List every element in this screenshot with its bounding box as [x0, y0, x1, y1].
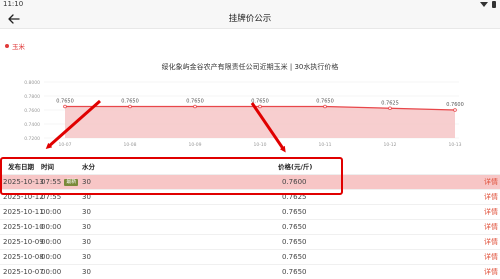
table-row[interactable]: 2025-10-09 00:00 30 0.7650 详情	[0, 235, 500, 250]
table-row[interactable]: 2025-10-08 00:00 30 0.7650 详情	[0, 250, 500, 265]
row-detail-link[interactable]: 详情	[484, 250, 498, 265]
row-price: 0.7650	[282, 223, 307, 231]
table-row[interactable]: 2025-10-10 00:00 30 0.7650 详情	[0, 220, 500, 235]
row-date: 2025-10-12	[3, 193, 44, 201]
header-price: 价格(元/斤)	[278, 163, 313, 171]
y-tick-label: 0.7200	[24, 136, 40, 142]
new-badge: 最新	[64, 178, 79, 186]
x-tick-label: 10-08	[123, 142, 136, 148]
row-moisture: 30	[82, 178, 91, 186]
screen: 11:10 挂牌价公示 玉米 绥化象屿金谷农产有限责任公司近期玉米 | 30水执…	[0, 0, 500, 279]
row-price: 0.7650	[282, 268, 307, 276]
row-detail-link[interactable]: 详情	[484, 190, 498, 205]
row-price: 0.7650	[282, 238, 307, 246]
row-moisture: 30	[82, 223, 91, 231]
table-header: 发布日期 时间 水分 价格(元/斤)	[0, 159, 500, 175]
row-detail-link[interactable]: 详情	[484, 205, 498, 220]
data-point	[193, 104, 197, 109]
app-bar: 挂牌价公示	[0, 9, 500, 29]
x-tick-label: 10-12	[383, 142, 396, 148]
status-time: 11:10	[3, 0, 24, 8]
table-row[interactable]: 2025-10-07 00:00 30 0.7650 详情	[0, 265, 500, 279]
row-moisture: 30	[82, 238, 91, 246]
battery-icon	[492, 1, 496, 8]
x-tick-label: 10-07	[58, 142, 71, 148]
data-label: 0.7625	[381, 100, 399, 106]
row-time: 00:00	[41, 238, 62, 246]
row-moisture: 30	[82, 268, 91, 276]
row-time: 00:00	[41, 253, 62, 261]
data-label: 0.7650	[56, 99, 74, 105]
row-date: 2025-10-07	[3, 268, 44, 276]
table-row[interactable]: 2025-10-13 07:55 最新 30 0.7600 详情	[0, 175, 500, 190]
data-point	[258, 104, 262, 109]
data-point	[323, 104, 327, 109]
header-time: 时间	[41, 163, 54, 171]
data-point	[453, 108, 457, 112]
bullet-dot-icon	[5, 44, 9, 48]
row-price: 0.7625	[282, 193, 307, 201]
header-date: 发布日期	[8, 163, 34, 171]
row-time: 07:55 最新	[41, 178, 79, 186]
y-tick-label: 0.7400	[24, 122, 40, 128]
row-date: 2025-10-10	[3, 223, 44, 231]
page-title: 挂牌价公示	[228, 14, 272, 24]
data-label: 0.7650	[251, 99, 269, 105]
wifi-icon	[480, 2, 488, 7]
row-detail-link[interactable]: 详情	[484, 235, 498, 250]
row-date: 2025-10-13	[3, 178, 44, 186]
row-time: 00:00	[41, 208, 62, 216]
section-tag: 玉米	[5, 41, 25, 51]
x-tick-label: 10-09	[188, 142, 201, 148]
price-table: 发布日期 时间 水分 价格(元/斤) 2025-10-13 07:55 最新 30 0.…	[0, 159, 500, 279]
header-moisture: 水分	[82, 163, 95, 171]
row-detail-link[interactable]: 详情	[484, 265, 498, 279]
y-tick-label: 0.7800	[24, 94, 40, 100]
area-fill	[65, 106, 455, 138]
row-price: 0.7600	[282, 178, 307, 186]
table-body: 2025-10-13 07:55 最新 30 0.7600 详情 2025-10-12 07:…	[0, 175, 500, 279]
data-label: 0.7650	[316, 99, 334, 105]
data-point	[388, 106, 392, 111]
table-row[interactable]: 2025-10-12 07:55 30 0.7625 详情	[0, 190, 500, 205]
row-date: 2025-10-09	[3, 238, 44, 246]
row-detail-link[interactable]: 详情	[484, 220, 498, 235]
table-row[interactable]: 2025-10-11 00:00 30 0.7650 详情	[0, 205, 500, 220]
data-point	[128, 104, 132, 109]
row-time: 07:55	[41, 193, 62, 201]
row-time: 00:00	[41, 268, 62, 276]
data-label: 0.7600	[446, 102, 464, 108]
data-point	[63, 104, 67, 109]
status-icons	[480, 0, 496, 9]
row-moisture: 30	[82, 253, 91, 261]
row-date: 2025-10-08	[3, 253, 44, 261]
x-tick-label: 10-13	[448, 142, 461, 148]
data-label: 0.7650	[121, 99, 139, 105]
status-bar: 11:10	[0, 0, 500, 9]
row-price: 0.7650	[282, 208, 307, 216]
y-tick-label: 0.7600	[24, 108, 40, 114]
data-label: 0.7650	[186, 99, 204, 105]
row-detail-link[interactable]: 详情	[484, 175, 498, 190]
row-date: 2025-10-11	[3, 208, 44, 216]
row-price: 0.7650	[282, 253, 307, 261]
x-tick-label: 10-11	[318, 142, 331, 148]
x-tick-label: 10-10	[253, 142, 266, 148]
row-time: 00:00	[41, 223, 62, 231]
y-tick-label: 0.8000	[24, 80, 40, 86]
price-chart: 0.8000 0.7800 0.7600 0.7400 0.7200 0.7650 10-0…	[24, 80, 464, 148]
section-tag-label: 玉米	[12, 43, 25, 51]
row-moisture: 30	[82, 193, 91, 201]
chart-title: 绥化象屿金谷农产有限责任公司近期玉米 | 30水执行价格	[161, 63, 339, 71]
row-moisture: 30	[82, 208, 91, 216]
